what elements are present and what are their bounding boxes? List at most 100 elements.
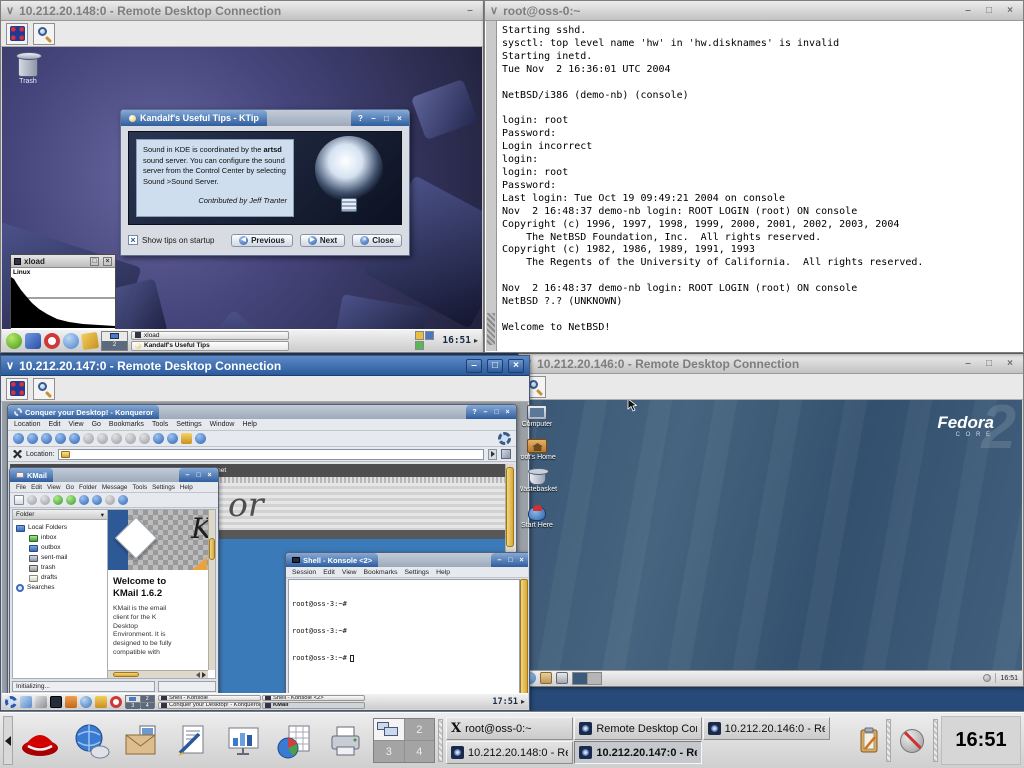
terminal-scrollbar[interactable] — [486, 21, 497, 351]
save-icon[interactable] — [27, 495, 37, 505]
home-icon[interactable] — [25, 333, 41, 349]
menu-item[interactable]: Message — [102, 484, 128, 491]
menu-item[interactable]: Tools — [132, 484, 147, 491]
desktop-icon-start-here[interactable]: Start Here — [520, 506, 560, 529]
menu-item[interactable]: Go — [66, 484, 74, 491]
close-button[interactable]: × — [517, 556, 526, 565]
menu-item[interactable]: Bookmarks — [364, 569, 398, 576]
horizontal-scrollbar[interactable] — [108, 670, 208, 678]
pager-desktop-2[interactable]: 2 — [405, 719, 435, 740]
pager-desktop-4[interactable]: 4 — [141, 703, 155, 709]
check-mail-icon[interactable] — [53, 495, 63, 505]
up-icon[interactable] — [41, 433, 52, 444]
settings-icon[interactable] — [35, 696, 47, 708]
workspace-2[interactable] — [587, 673, 601, 684]
home-icon[interactable] — [65, 696, 77, 708]
menu-item[interactable]: View — [47, 484, 61, 491]
fullscreen-button[interactable] — [6, 23, 28, 45]
maximize-button[interactable]: □ — [90, 257, 99, 266]
desktop-icon-computer[interactable]: Computer — [520, 405, 560, 428]
panel-handle[interactable] — [933, 719, 938, 762]
minimize-button[interactable]: – — [495, 556, 504, 565]
menu-item[interactable]: Session — [292, 569, 316, 576]
menu-item[interactable]: Edit — [31, 484, 42, 491]
folder-item[interactable]: drafts — [16, 573, 107, 583]
spreadsheet-button[interactable] — [271, 716, 319, 765]
panel-handle[interactable] — [438, 719, 443, 762]
minimize-button[interactable]: – — [960, 4, 976, 18]
clear-location-icon[interactable] — [13, 450, 22, 459]
menu-item[interactable]: Help — [180, 484, 193, 491]
menu-item[interactable]: Settings — [152, 484, 175, 491]
bookmark-icon[interactable] — [501, 449, 511, 459]
task-ktip[interactable]: Kandalf's Useful Tips — [131, 341, 289, 351]
battery-icon[interactable] — [415, 341, 424, 350]
panel-hide-button[interactable] — [3, 716, 13, 765]
menu-item[interactable]: Settings — [176, 421, 201, 428]
help-button[interactable]: ? — [355, 113, 366, 124]
help-icon[interactable] — [110, 696, 122, 708]
scrollbar-thumb[interactable] — [209, 538, 215, 560]
workspace-switcher[interactable] — [572, 672, 602, 685]
menu-item[interactable]: View — [69, 421, 84, 428]
maximize-button[interactable]: □ — [487, 359, 503, 373]
xload-titlebar[interactable]: xload □ × — [11, 255, 115, 268]
word-processor-button[interactable] — [169, 716, 217, 765]
home-icon[interactable] — [55, 433, 66, 444]
task-rdp-147[interactable]: 10.212.20.147:0 - Remote Desktop Connect… — [574, 741, 701, 764]
web-browser-button[interactable] — [67, 716, 115, 765]
close-button[interactable]: × — [1002, 4, 1018, 18]
window-menu-icon[interactable]: ∨ — [490, 4, 498, 17]
menu-item[interactable]: View — [342, 569, 357, 576]
email-button[interactable] — [118, 716, 166, 765]
minimize-button[interactable]: – — [481, 408, 490, 417]
konsole-terminal[interactable]: root@oss-3:~# root@oss-3:~# root@oss-3:~… — [288, 579, 520, 700]
task-button[interactable]: KMail — [262, 702, 365, 709]
pen-icon[interactable] — [20, 696, 32, 708]
desktop-icon-trash[interactable]: Trash — [5, 55, 51, 85]
terminal-icon[interactable] — [50, 696, 62, 708]
konsole-scrollbar[interactable] — [520, 579, 528, 700]
close-button[interactable]: × — [205, 471, 214, 480]
files-icon[interactable] — [95, 696, 107, 708]
pager-desktop-3[interactable]: 3 — [126, 703, 140, 709]
zoom-view-button[interactable] — [33, 378, 55, 400]
maximize-button[interactable]: □ — [381, 113, 392, 124]
maximize-button[interactable]: □ — [981, 4, 997, 18]
maximize-button[interactable]: □ — [194, 471, 203, 480]
pager-desktop-2[interactable]: 2 — [141, 696, 155, 702]
clock-applet[interactable]: 16:51 — [941, 716, 1021, 765]
close-button[interactable]: × — [508, 359, 524, 373]
display-icon[interactable] — [425, 331, 434, 340]
browser-icon[interactable] — [63, 333, 79, 349]
location-input[interactable] — [58, 449, 484, 460]
maximize-button[interactable]: □ — [506, 556, 515, 565]
titlebar-146[interactable]: ∨ 10.212.20.146:0 - Remote Desktop Conne… — [519, 354, 1023, 374]
desktop-pager[interactable]: 2 3 4 — [125, 695, 155, 708]
desktop-pager[interactable]: 2 — [101, 331, 128, 351]
scroll-left-icon[interactable] — [196, 672, 200, 678]
folder-item[interactable]: outbox — [16, 543, 107, 553]
zoom-in-icon[interactable] — [153, 433, 164, 444]
window-menu-icon[interactable]: ∨ — [6, 359, 14, 372]
close-button[interactable]: × — [503, 408, 512, 417]
window-menu-icon[interactable]: ∨ — [6, 4, 14, 17]
panel-expand-arrow[interactable]: ▸ — [474, 336, 478, 345]
stop-icon[interactable] — [83, 433, 94, 444]
pager-desktop-1[interactable] — [102, 332, 127, 341]
close-button[interactable]: × — [394, 113, 405, 124]
task-button[interactable]: Shell - Konsole — [158, 695, 261, 702]
menu-item[interactable]: File — [16, 484, 26, 491]
task-terminal[interactable]: Xroot@oss-0:~ — [446, 717, 573, 740]
panel-clock[interactable]: 17:51 — [492, 697, 518, 707]
workspace-1[interactable] — [573, 673, 587, 684]
reload-icon[interactable] — [69, 433, 80, 444]
task-rdc[interactable]: Remote Desktop Connection — [574, 717, 701, 740]
minimize-button[interactable]: – — [462, 4, 478, 18]
task-rdp-146[interactable]: 10.212.20.146:0 - Remote Desktop Connect… — [703, 717, 830, 740]
printer-icon[interactable] — [556, 672, 568, 684]
menu-item[interactable]: Go — [92, 421, 101, 428]
menu-item[interactable]: Help — [436, 569, 450, 576]
cut-icon[interactable] — [97, 433, 108, 444]
pager-desktop-4[interactable]: 4 — [405, 741, 435, 762]
